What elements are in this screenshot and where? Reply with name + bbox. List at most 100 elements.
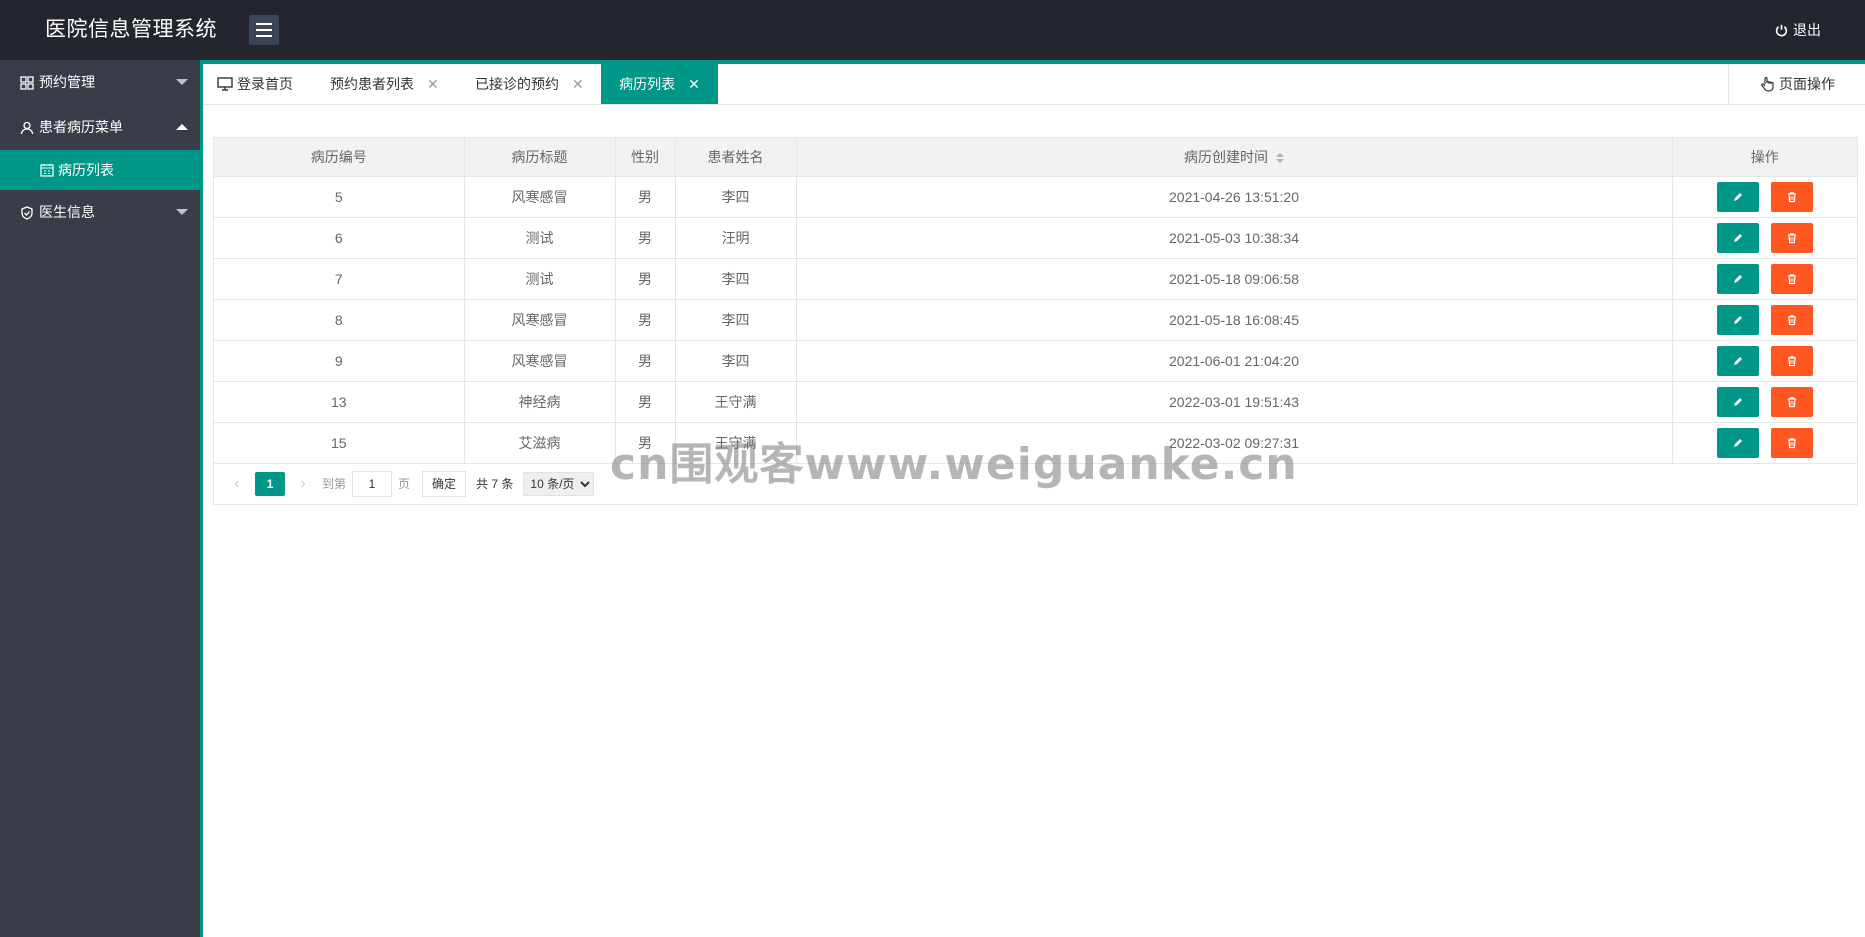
column-header-title: 病历标题 xyxy=(464,138,616,177)
cell-gender: 男 xyxy=(615,422,676,464)
pencil-icon xyxy=(1733,315,1742,324)
monitor-icon xyxy=(217,77,233,91)
tab-label: 已接诊的预约 xyxy=(475,76,559,92)
edit-button[interactable] xyxy=(1716,222,1759,253)
tab-record-list[interactable]: 病历列表 ✕ xyxy=(601,64,718,104)
page-unit-label: 页 xyxy=(398,477,411,491)
cell-gender: 男 xyxy=(615,381,676,423)
tab-appointment-patients[interactable]: 预约患者列表 ✕ xyxy=(330,64,439,104)
cell-id: 7 xyxy=(214,258,465,300)
cell-title: 风寒感冒 xyxy=(464,299,616,341)
table-row: 9 风寒感冒男李四 2021-06-01 21:04:20 xyxy=(214,340,1857,382)
cell-patient-name: 李四 xyxy=(675,176,797,218)
cell-patient-name: 李四 xyxy=(675,340,797,382)
trash-icon xyxy=(1787,437,1796,448)
page-number-current[interactable]: 1 xyxy=(255,471,285,496)
delete-button[interactable] xyxy=(1770,345,1813,376)
column-header-patient-name: 患者姓名 xyxy=(675,138,797,177)
prev-page-icon[interactable]: ‹ xyxy=(224,475,250,493)
cell-created-time: 2021-05-18 09:06:58 xyxy=(796,258,1673,300)
page-operations-label: 页面操作 xyxy=(1779,76,1835,92)
column-header-actions: 操作 xyxy=(1672,138,1857,177)
next-page-icon[interactable]: › xyxy=(290,475,316,493)
table-body: 5 风寒感冒男李四 2021-04-26 13:51:20 6 测试男汪明 2021-05… xyxy=(214,176,1857,464)
sidebar-subitem-record-list[interactable]: 病历列表 xyxy=(0,150,200,190)
delete-button[interactable] xyxy=(1770,181,1813,212)
pencil-icon xyxy=(1733,397,1742,406)
pencil-icon xyxy=(1733,356,1742,365)
trash-icon xyxy=(1787,232,1796,243)
tab-label: 病历列表 xyxy=(619,76,676,92)
sidebar-item-patient-records[interactable]: 患者病历菜单 xyxy=(0,105,200,150)
cell-id: 8 xyxy=(214,299,465,341)
edit-button[interactable] xyxy=(1716,263,1759,294)
table-row: 8 风寒感冒男李四 2021-05-18 16:08:45 xyxy=(214,299,1857,341)
cell-title: 测试 xyxy=(464,217,616,259)
logout-label: 退出 xyxy=(1793,22,1821,38)
cell-actions xyxy=(1672,176,1857,218)
close-icon[interactable]: ✕ xyxy=(688,64,700,104)
close-icon[interactable]: ✕ xyxy=(572,64,584,104)
cell-patient-name: 王守满 xyxy=(675,422,797,464)
total-count: 共 7 条 xyxy=(476,477,514,491)
chevron-down-icon xyxy=(176,79,188,85)
cell-actions xyxy=(1672,258,1857,300)
sidebar-item-label: 预约管理 xyxy=(39,74,95,90)
cell-id: 6 xyxy=(214,217,465,259)
logout-button[interactable]: 退出 xyxy=(1775,20,1821,40)
sidebar-subitem-label: 病历列表 xyxy=(58,162,114,178)
edit-button[interactable] xyxy=(1716,345,1759,376)
sidebar: 预约管理 患者病历菜单 病历列表 医生信息 xyxy=(0,60,200,937)
goto-label: 到第 xyxy=(322,477,347,491)
delete-button[interactable] xyxy=(1770,263,1813,294)
delete-button[interactable] xyxy=(1770,427,1813,458)
delete-button[interactable] xyxy=(1770,386,1813,417)
close-icon[interactable]: ✕ xyxy=(427,64,439,104)
table-header-row: 病历编号 病历标题 性别 患者姓名 病历创建时间 操作 xyxy=(214,138,1857,177)
power-icon xyxy=(1775,24,1788,36)
tab-received-appointments[interactable]: 已接诊的预约 ✕ xyxy=(475,64,584,104)
edit-button[interactable] xyxy=(1716,304,1759,335)
trash-icon xyxy=(1787,355,1796,366)
cell-actions xyxy=(1672,381,1857,423)
column-header-created-time[interactable]: 病历创建时间 xyxy=(796,138,1673,177)
tab-label: 预约患者列表 xyxy=(330,76,414,92)
tab-label: 登录首页 xyxy=(237,76,293,92)
records-table: 病历编号 病历标题 性别 患者姓名 病历创建时间 操作 5 风寒感冒男李四 2021… xyxy=(214,138,1857,464)
sidebar-item-label: 患者病历菜单 xyxy=(39,119,123,135)
column-header-id: 病历编号 xyxy=(214,138,465,177)
cell-patient-name: 李四 xyxy=(675,258,797,300)
table-row: 13 神经病男王守满 2022-03-01 19:51:43 xyxy=(214,381,1857,423)
edit-button[interactable] xyxy=(1716,181,1759,212)
table-row: 7 测试男李四 2021-05-18 09:06:58 xyxy=(214,258,1857,300)
cell-actions xyxy=(1672,422,1857,464)
cell-id: 13 xyxy=(214,381,465,423)
app-header: 医院信息管理系统 退出 xyxy=(0,0,1865,60)
cell-patient-name: 汪明 xyxy=(675,217,797,259)
sort-icon[interactable] xyxy=(1276,153,1284,164)
trash-icon xyxy=(1787,396,1796,407)
column-header-label: 病历创建时间 xyxy=(1184,148,1268,165)
cell-actions xyxy=(1672,217,1857,259)
apps-icon xyxy=(20,75,34,90)
page-operations-button[interactable]: 页面操作 xyxy=(1728,64,1865,104)
delete-button[interactable] xyxy=(1770,304,1813,335)
delete-button[interactable] xyxy=(1770,222,1813,253)
sidebar-item-appointments[interactable]: 预约管理 xyxy=(0,60,200,105)
cell-gender: 男 xyxy=(615,258,676,300)
cell-actions xyxy=(1672,340,1857,382)
cell-id: 9 xyxy=(214,340,465,382)
tab-bar: 登录首页 预约患者列表 ✕ 已接诊的预约 ✕ 病历列表 ✕ 页面操作 xyxy=(203,64,1865,105)
goto-page-input[interactable] xyxy=(352,470,393,497)
edit-button[interactable] xyxy=(1716,386,1759,417)
menu-toggle-button[interactable] xyxy=(249,15,279,45)
page-size-select[interactable]: 10 条/页 xyxy=(523,471,595,496)
cell-title: 风寒感冒 xyxy=(464,176,616,218)
goto-confirm-button[interactable]: 确定 xyxy=(422,470,467,497)
trash-icon xyxy=(1787,314,1796,325)
sidebar-item-doctor-info[interactable]: 医生信息 xyxy=(0,190,200,235)
cell-created-time: 2021-04-26 13:51:20 xyxy=(796,176,1673,218)
edit-button[interactable] xyxy=(1716,427,1759,458)
tab-home[interactable]: 登录首页 xyxy=(217,64,307,104)
pencil-icon xyxy=(1733,192,1742,201)
